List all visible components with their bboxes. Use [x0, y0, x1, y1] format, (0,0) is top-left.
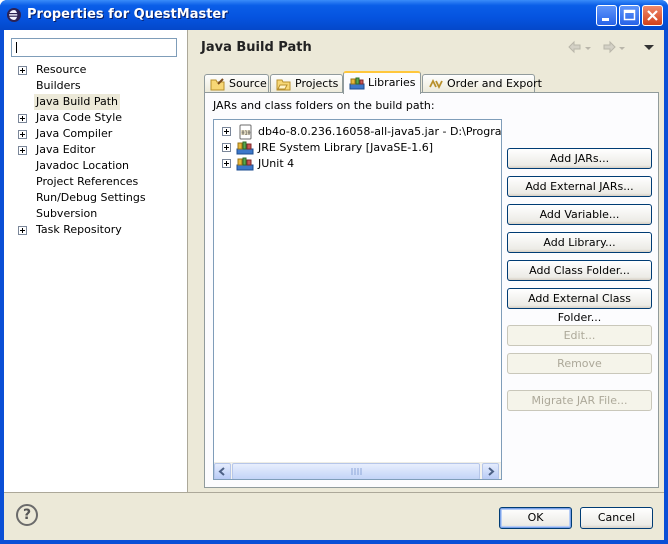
filter-input[interactable] [12, 39, 176, 56]
tree-item-label: Resource [36, 63, 87, 76]
page-title: Java Build Path [201, 40, 312, 55]
expand-plus-icon[interactable] [18, 226, 27, 235]
tree-item-label: Java Build Path [34, 94, 121, 110]
tree-item-label: Subversion [36, 207, 98, 220]
property-page: Java Build Path Source Projects Librarie… [189, 30, 664, 492]
libraries-icon [349, 77, 365, 90]
remove-button[interactable]: Remove [507, 353, 652, 374]
cancel-button[interactable]: Cancel [580, 507, 653, 529]
source-folder-icon [210, 78, 225, 91]
add-library-button[interactable]: Add Library... [507, 232, 652, 253]
close-icon [647, 10, 658, 21]
expand-plus-icon[interactable] [18, 146, 27, 155]
expand-plus-icon[interactable] [18, 130, 27, 139]
bottom-separator [4, 492, 664, 493]
minimize-button[interactable] [596, 5, 617, 26]
libraries-tab-panel: JARs and class folders on the build path… [204, 92, 659, 488]
library-icon [236, 141, 254, 155]
view-menu-button[interactable] [641, 39, 657, 55]
filter-input-box[interactable] [11, 38, 177, 57]
jar-icon: 010 [239, 124, 252, 140]
libraries-tree[interactable]: 010 db4o-8.0.236.16058-all-java5.jar - D… [213, 119, 502, 480]
forward-nav-button[interactable] [601, 39, 617, 55]
back-nav-button[interactable] [567, 39, 583, 55]
eclipse-icon [7, 8, 21, 22]
tab-projects[interactable]: Projects [270, 74, 343, 93]
chevron-right-icon [488, 467, 495, 476]
properties-window: Properties for QuestMaster Resource Buil… [0, 0, 668, 544]
tree-item-label: Java Editor [36, 143, 96, 156]
chevron-down-icon [619, 47, 625, 50]
add-class-folder-button[interactable]: Add Class Folder... [507, 260, 652, 281]
library-icon [236, 157, 254, 171]
window-title: Properties for QuestMaster [27, 7, 228, 22]
tab-label: Projects [295, 77, 339, 90]
tab-libraries[interactable]: Libraries [343, 71, 421, 94]
expand-plus-icon[interactable] [18, 66, 27, 75]
category-pane: Resource Builders Java Build Path Java C… [4, 30, 188, 492]
expand-plus-icon[interactable] [18, 114, 27, 123]
tree-item-label: Java Compiler [36, 127, 113, 140]
dialog-client: Resource Builders Java Build Path Java C… [4, 30, 664, 540]
scroll-right-button[interactable] [482, 463, 499, 479]
projects-folder-icon [276, 79, 291, 91]
tree-item-label: Task Repository [36, 223, 122, 236]
chevron-left-icon [218, 467, 225, 476]
migrate-jar-button[interactable]: Migrate JAR File... [507, 390, 652, 411]
scroll-thumb[interactable] [232, 463, 480, 479]
tree-item-label: Builders [36, 79, 81, 92]
tab-order-and-export[interactable]: Order and Export [422, 74, 542, 93]
back-arrow-icon [568, 40, 581, 54]
maximize-button[interactable] [619, 5, 640, 26]
order-export-icon [429, 78, 443, 90]
forward-arrow-icon [603, 40, 616, 54]
minimize-icon [602, 18, 609, 21]
close-button[interactable] [642, 5, 663, 26]
svg-text:010: 010 [242, 131, 251, 137]
view-menu-icon [644, 45, 654, 50]
expand-plus-icon[interactable] [222, 159, 231, 168]
title-bar[interactable]: Properties for QuestMaster [0, 0, 668, 30]
tree-item-label: Project References [36, 175, 139, 188]
add-external-jars-button[interactable]: Add External JARs... [507, 176, 652, 197]
text-caret [16, 42, 17, 53]
expand-plus-icon[interactable] [222, 127, 231, 136]
ok-button[interactable]: OK [499, 507, 572, 529]
tree-item-label: Java Code Style [36, 111, 123, 124]
add-variable-button[interactable]: Add Variable... [507, 204, 652, 225]
library-entry-label: JRE System Library [JavaSE-1.6] [258, 141, 434, 154]
tab-label: Libraries [368, 76, 416, 89]
edit-button[interactable]: Edit... [507, 325, 652, 346]
add-external-class-folder-button[interactable]: Add External Class Folder... [507, 288, 652, 324]
add-jars-button[interactable]: Add JARs... [507, 148, 652, 169]
grip-icon [351, 468, 362, 475]
scroll-left-button[interactable] [214, 463, 231, 479]
chevron-down-icon [585, 47, 591, 50]
tab-label: Order and Export [447, 77, 542, 90]
tab-source[interactable]: Source [204, 74, 269, 93]
expand-plus-icon[interactable] [222, 143, 231, 152]
library-entry-label: db4o-8.0.236.16058-all-java5.jar - D:\Pr… [258, 125, 502, 138]
libraries-label: JARs and class folders on the build path… [213, 99, 435, 112]
horizontal-scrollbar[interactable] [214, 462, 501, 479]
forward-menu-button[interactable] [618, 39, 626, 55]
maximize-icon [623, 9, 636, 21]
tree-item-label: Run/Debug Settings [36, 191, 146, 204]
tree-item-label: Javadoc Location [36, 159, 130, 172]
help-icon[interactable]: ? [16, 504, 38, 526]
library-entry-label: JUnit 4 [258, 157, 295, 170]
tab-label: Source [229, 77, 267, 90]
back-menu-button[interactable] [584, 39, 592, 55]
